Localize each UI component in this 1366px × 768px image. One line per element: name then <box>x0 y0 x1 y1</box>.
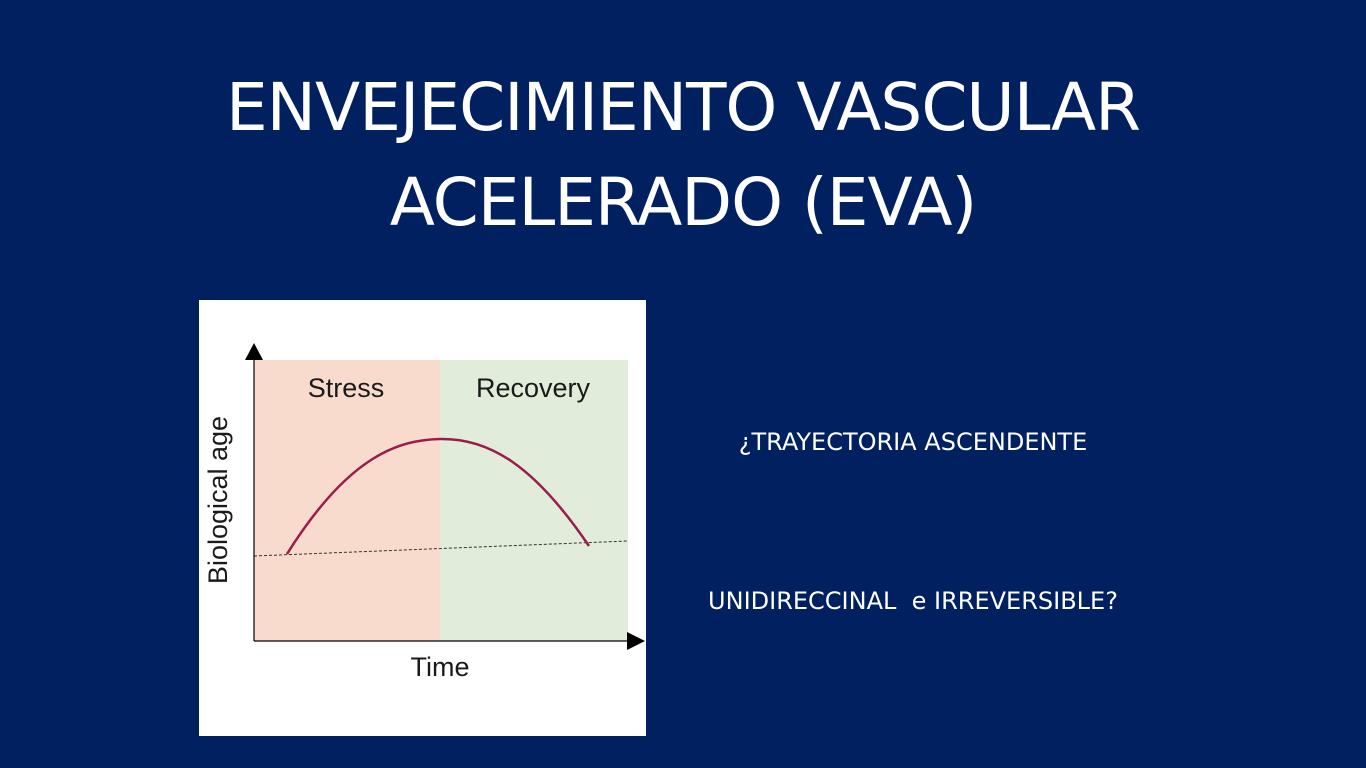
x-axis-arrow-icon <box>627 632 645 650</box>
question-line-2: UNIDIRECCINAL e IRREVERSIBLE? <box>708 587 1118 615</box>
recovery-label: Recovery <box>476 373 591 403</box>
x-axis-label: Time <box>411 652 470 682</box>
title-line-1: ENVEJECIMIENTO VASCULAR <box>225 69 1141 146</box>
y-axis-label: Biological age <box>203 416 233 584</box>
slide-title: ENVEJECIMIENTO VASCULAR ACELERADO (EVA) <box>0 60 1366 250</box>
biological-age-figure: Stress Recovery Biological age Time <box>199 300 646 736</box>
y-axis-arrow-icon <box>245 343 263 360</box>
question-text: ¿TRAYECTORIA ASCENDENTE UNIDIRECCINAL e … <box>660 310 1166 734</box>
question-line-1: ¿TRAYECTORIA ASCENDENTE <box>738 428 1088 456</box>
stress-label: Stress <box>308 373 385 403</box>
slide: ENVEJECIMIENTO VASCULAR ACELERADO (EVA) … <box>0 0 1366 768</box>
figure-svg: Stress Recovery Biological age Time <box>203 343 645 682</box>
title-line-2: ACELERADO (EVA) <box>389 164 978 241</box>
